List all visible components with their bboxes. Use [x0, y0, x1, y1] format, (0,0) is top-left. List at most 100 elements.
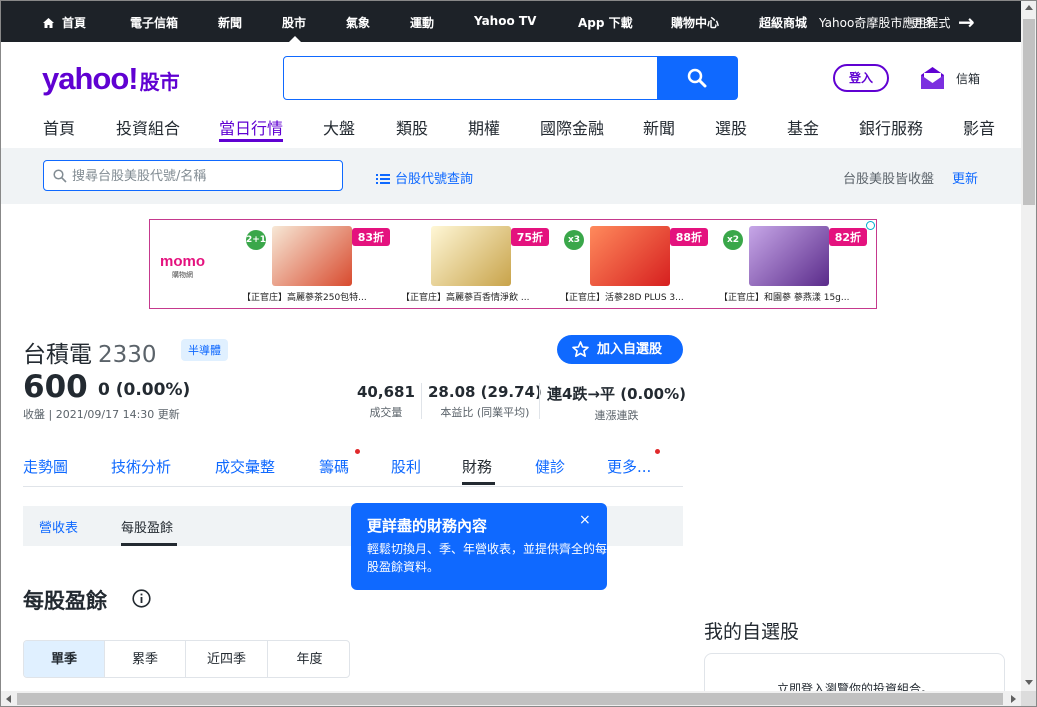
ad-product-card[interactable]: x2 82折 【正官庄】和園蔘 蔘燕漾 15g...: [719, 222, 871, 306]
product-image: [590, 226, 670, 286]
momo-logo-sub: 購物網: [172, 271, 193, 279]
price-change: 0 (0.00%): [98, 380, 191, 400]
period-tab-annual[interactable]: 年度: [268, 641, 349, 677]
discount-badge: 75折: [510, 228, 549, 246]
info-icon[interactable]: [132, 589, 151, 608]
topbar-item-mail[interactable]: 電子信箱: [130, 14, 178, 31]
top-bar: 首頁 電子信箱 新聞 股市 氣象 運動 Yahoo TV App 下載 購物中心…: [1, 1, 1021, 42]
close-icon[interactable]: ×: [579, 512, 591, 528]
stock-code: 2330: [98, 342, 157, 368]
stock-title: 台積電 2330: [23, 335, 157, 369]
quote-search-input[interactable]: [72, 166, 332, 186]
tab-trades[interactable]: 成交彙整: [215, 456, 275, 477]
home-icon: [43, 18, 54, 28]
tab-financials[interactable]: 財務: [462, 456, 492, 477]
product-image: [272, 226, 352, 286]
nav-item-market[interactable]: 大盤: [323, 115, 355, 139]
star-icon: [572, 341, 589, 357]
period-tab-cumulative[interactable]: 累季: [105, 641, 186, 677]
tab-health[interactable]: 健診: [535, 456, 565, 477]
scrollbar-thumb[interactable]: [17, 693, 1003, 705]
tab-more[interactable]: 更多...: [607, 456, 651, 477]
momo-logo: momo: [160, 253, 205, 270]
ad-product-card[interactable]: x3 88折 【正官庄】活蔘28D PLUS 3...: [560, 222, 712, 306]
yahoo-stock-logo[interactable]: yahoo! 股市: [42, 61, 180, 97]
period-tab-four-quarters[interactable]: 近四季: [186, 641, 268, 677]
subtab-revenue[interactable]: 營收表: [39, 517, 78, 536]
login-button[interactable]: 登入: [833, 64, 889, 92]
discount-badge: 83折: [351, 228, 390, 246]
nav-item-international[interactable]: 國際金融: [540, 115, 604, 139]
stat-divider: [539, 383, 540, 419]
nav-item-video[interactable]: 影音: [963, 115, 995, 139]
feature-tooltip: 更詳盡的財務內容 × 輕鬆切換月、季、年營收表，並提供齊全的每股盈餘資料。: [351, 503, 607, 590]
tab-chips[interactable]: 籌碼: [319, 456, 349, 477]
sector-tag[interactable]: 半導體: [181, 339, 228, 361]
nav-item-sectors[interactable]: 類股: [396, 115, 428, 139]
discount-badge: 82折: [828, 228, 867, 246]
refresh-link[interactable]: 更新: [952, 168, 978, 187]
stat-divider: [421, 383, 422, 419]
pack-badge: x2: [723, 230, 743, 250]
stat-volume: 40,681 成交量: [357, 383, 415, 419]
scroll-up-icon[interactable]: [1025, 5, 1033, 10]
scrollbar-corner: [1021, 691, 1036, 706]
topbar-item-mall[interactable]: 超級商城: [759, 14, 807, 31]
subtab-active-underline: [121, 543, 177, 546]
pack-badge: x3: [564, 230, 584, 250]
nav-item-screener[interactable]: 選股: [715, 115, 747, 139]
nav-item-home[interactable]: 首頁: [43, 115, 75, 139]
notification-dot: [355, 449, 360, 454]
notification-dot: [655, 449, 660, 454]
tab-chart[interactable]: 走勢圖: [23, 456, 68, 477]
scrollbar-thumb[interactable]: [1023, 19, 1035, 205]
topbar-item-stock[interactable]: 股市: [282, 14, 306, 31]
main-search-input[interactable]: [283, 56, 659, 100]
period-tabs: 單季 累季 近四季 年度: [23, 640, 350, 678]
stock-price: 600: [23, 369, 88, 405]
stock-code-lookup-link[interactable]: 台股代號查詢: [376, 168, 473, 187]
period-tab-quarter[interactable]: 單季: [24, 641, 105, 677]
ad-product-card[interactable]: 75折 【正官庄】高麗蔘百香情淨飲 ...: [401, 222, 553, 306]
tabs-divider: [23, 486, 683, 487]
product-image: [431, 226, 511, 286]
topbar-item-sports[interactable]: 運動: [410, 14, 434, 31]
topbar-selected-indicator: [289, 36, 301, 42]
mail-icon[interactable]: [920, 66, 945, 90]
topbar-item-more[interactable]: 更多: [911, 14, 935, 31]
stat-streak: 連4跌→平 (0.00%) 連漲連跌: [547, 385, 686, 422]
mail-label[interactable]: 信箱: [956, 70, 980, 87]
topbar-item-app[interactable]: App 下載: [578, 14, 633, 31]
topbar-item-news[interactable]: 新聞: [218, 14, 242, 31]
nav-active-underline: [219, 139, 283, 142]
momo-ad-banner[interactable]: momo 購物網 2+1 83折 【正官庄】高麗蔘茶250包特... 75折 【…: [149, 219, 877, 309]
quote-search-field[interactable]: [43, 160, 343, 191]
nav-item-daily-quotes[interactable]: 當日行情: [219, 115, 283, 139]
scroll-left-icon[interactable]: [6, 695, 11, 703]
product-caption: 【正官庄】高麗蔘百香情淨飲 ...: [401, 293, 530, 303]
ad-product-card[interactable]: 2+1 83折 【正官庄】高麗蔘茶250包特...: [242, 222, 394, 306]
scroll-down-icon[interactable]: [1025, 680, 1033, 685]
topbar-item-weather[interactable]: 氣象: [346, 14, 370, 31]
nav-item-options[interactable]: 期權: [468, 115, 500, 139]
product-caption: 【正官庄】和園蔘 蔘燕漾 15g...: [719, 293, 850, 303]
arrow-right-icon[interactable]: →: [958, 10, 975, 34]
tab-dividends[interactable]: 股利: [391, 456, 421, 477]
tab-technical[interactable]: 技術分析: [111, 456, 171, 477]
vertical-scrollbar[interactable]: [1021, 1, 1036, 691]
horizontal-scrollbar[interactable]: [1, 691, 1021, 706]
scroll-right-icon[interactable]: [1011, 695, 1016, 703]
topbar-item-shopping[interactable]: 購物中心: [671, 14, 719, 31]
nav-item-funds[interactable]: 基金: [787, 115, 819, 139]
nav-item-portfolio[interactable]: 投資組合: [116, 115, 180, 139]
nav-item-news[interactable]: 新聞: [643, 115, 675, 139]
search-button[interactable]: [657, 56, 738, 100]
add-to-watchlist-button[interactable]: 加入自選股: [557, 335, 683, 364]
tab-active-underline: [462, 482, 495, 485]
nav-item-banking[interactable]: 銀行服務: [859, 115, 923, 139]
topbar-item-yahoo-tv[interactable]: Yahoo TV: [474, 14, 536, 28]
stock-name: 台積電: [23, 342, 92, 368]
topbar-item-home[interactable]: 首頁: [43, 14, 86, 31]
subtab-eps[interactable]: 每股盈餘: [121, 517, 173, 536]
adchoices-icon[interactable]: [866, 221, 875, 230]
